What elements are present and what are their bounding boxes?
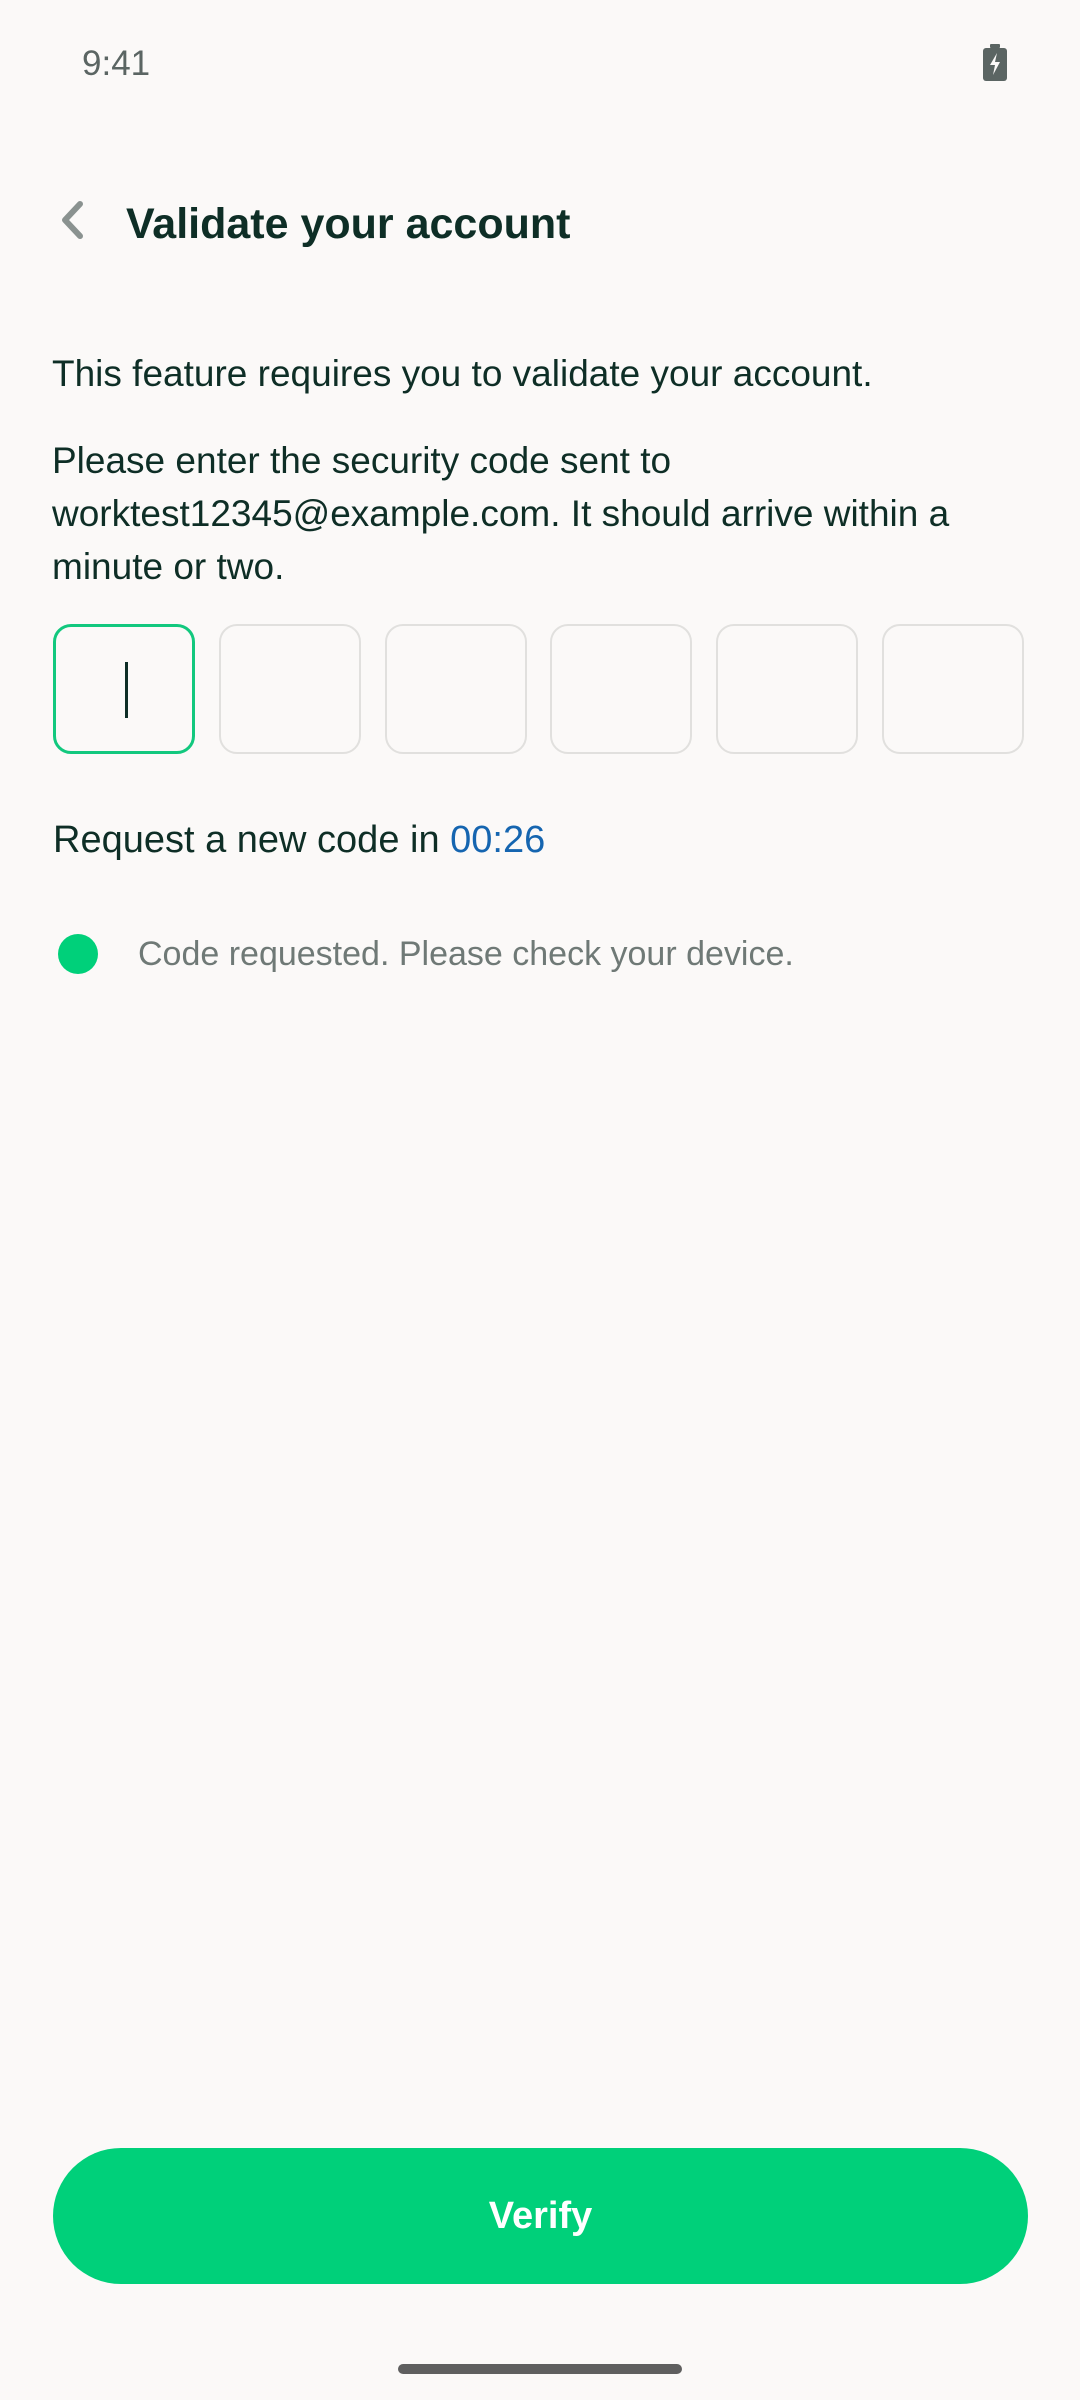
security-code-input-row [53,624,1028,758]
resend-label: Request a new code in [53,819,451,861]
status-time: 9:41 [82,44,151,83]
battery-charging-icon [982,44,1008,82]
resend-countdown: 00:26 [450,819,546,861]
home-indicator[interactable] [398,2364,682,2374]
instruction-text: Please enter the security code sent to w… [52,440,950,587]
status-dot-icon [58,934,98,974]
back-button[interactable] [40,190,104,254]
code-digit-6-input[interactable] [882,624,1024,754]
page-title: Validate your account [126,200,571,248]
verify-button[interactable]: Verify [53,2148,1028,2284]
resend-code-text: Request a new code in 00:26 [53,812,545,868]
code-digit-2-input[interactable] [219,624,361,754]
chevron-left-icon [56,200,88,245]
code-digit-5-input[interactable] [716,624,858,754]
status-bar: 9:41 [0,0,1080,120]
code-digit-4-input[interactable] [550,624,692,754]
app-bar: Validate your account [0,180,1080,270]
code-digit-3-input[interactable] [385,624,527,754]
notice-text: Code requested. Please check your device… [138,935,794,973]
code-digit-1-input[interactable] [53,624,195,754]
intro-text: This feature requires you to validate yo… [52,353,873,394]
code-requested-notice: Code requested. Please check your device… [58,932,794,976]
